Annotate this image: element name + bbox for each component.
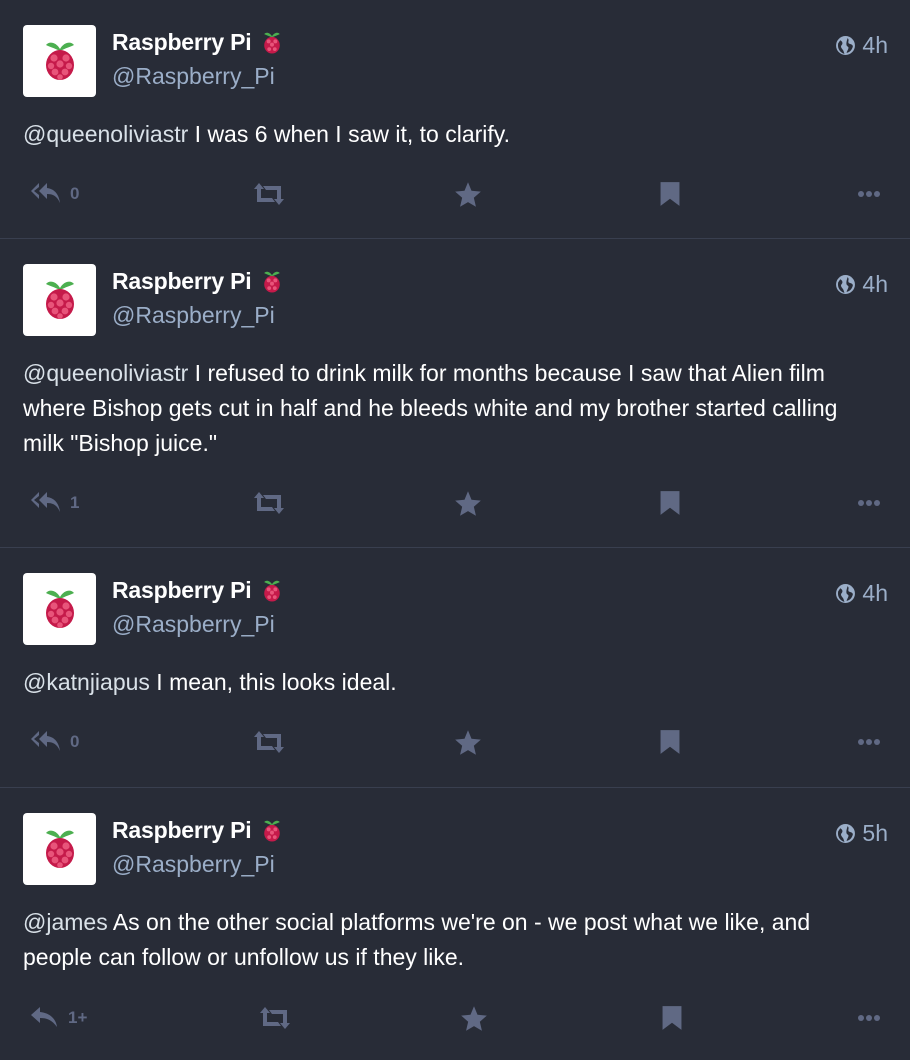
reply-count: 0 (70, 184, 80, 203)
action-bar: 0 (30, 724, 885, 760)
ellipsis-icon (858, 191, 880, 197)
status-timestamp[interactable]: 4h (835, 580, 888, 607)
status-item[interactable]: Raspberry Pi @Raspberry_Pi 5h @james As … (0, 788, 910, 1060)
display-name[interactable]: Raspberry Pi (112, 817, 252, 844)
status-content: @queenoliviastr I was 6 when I saw it, t… (23, 117, 880, 152)
avatar[interactable] (23, 25, 96, 97)
favourite-button[interactable] (454, 176, 482, 212)
boost-button[interactable] (252, 176, 286, 212)
boost-icon (254, 731, 284, 753)
status-timestamp[interactable]: 4h (835, 271, 888, 298)
action-bar: 1+ (30, 1000, 885, 1036)
bookmark-button[interactable] (661, 1000, 683, 1036)
reply-button[interactable]: 0 (30, 724, 79, 760)
star-icon (455, 729, 481, 755)
boost-icon (254, 183, 284, 205)
status-item[interactable]: Raspberry Pi @Raspberry_Pi 4h @katnjiapu… (0, 548, 910, 788)
reply-button[interactable]: 0 (30, 176, 79, 212)
reply-all-icon (31, 731, 60, 751)
avatar[interactable] (23, 813, 96, 885)
display-name[interactable]: Raspberry Pi (112, 29, 252, 56)
account-handle[interactable]: @Raspberry_Pi (112, 63, 275, 90)
raspberry-emoji-icon (263, 580, 280, 602)
status-text: As on the other social platforms we're o… (23, 909, 811, 970)
bookmark-icon (660, 491, 680, 515)
boost-icon (254, 492, 284, 514)
status-text: I mean, this looks ideal. (149, 669, 397, 695)
avatar[interactable] (23, 264, 96, 336)
reply-button[interactable]: 1 (30, 485, 79, 521)
globe-icon (836, 824, 856, 843)
reply-count: 1+ (68, 1008, 88, 1027)
reply-count: 1 (70, 493, 80, 512)
globe-icon (836, 275, 856, 294)
raspberry-logo-icon (45, 42, 74, 80)
reply-icon (31, 1007, 57, 1027)
status-content: @james As on the other social platforms … (23, 905, 880, 975)
raspberry-logo-icon (45, 830, 74, 868)
bookmark-icon (660, 730, 680, 754)
raspberry-logo-icon (45, 590, 74, 628)
status-timestamp[interactable]: 4h (835, 32, 888, 59)
ellipsis-icon (858, 739, 880, 745)
account-handle[interactable]: @Raspberry_Pi (112, 302, 275, 329)
display-name[interactable]: Raspberry Pi (112, 577, 252, 604)
star-icon (461, 1005, 487, 1031)
reply-all-icon (31, 183, 60, 203)
favourite-button[interactable] (460, 1000, 488, 1036)
status-item[interactable]: Raspberry Pi @Raspberry_Pi 4h @queenoliv… (0, 0, 910, 239)
account-handle[interactable]: @Raspberry_Pi (112, 611, 275, 638)
ellipsis-icon (858, 1015, 880, 1021)
boost-button[interactable] (258, 1000, 292, 1036)
status-item[interactable]: Raspberry Pi @Raspberry_Pi 4h @queenoliv… (0, 239, 910, 548)
globe-icon (836, 584, 856, 603)
action-bar: 0 (30, 176, 885, 212)
mention-link[interactable]: @queenoliviastr (23, 360, 188, 386)
more-options-button[interactable] (857, 724, 881, 760)
status-text: I was 6 when I saw it, to clarify. (188, 121, 510, 147)
more-options-button[interactable] (857, 485, 881, 521)
display-name[interactable]: Raspberry Pi (112, 268, 252, 295)
boost-button[interactable] (252, 485, 286, 521)
bookmark-icon (660, 182, 680, 206)
relative-time: 4h (862, 32, 888, 58)
status-timestamp[interactable]: 5h (835, 820, 888, 847)
ellipsis-icon (858, 500, 880, 506)
boost-button[interactable] (252, 724, 286, 760)
more-options-button[interactable] (857, 1000, 881, 1036)
bookmark-button[interactable] (659, 485, 681, 521)
bookmark-button[interactable] (659, 724, 681, 760)
globe-icon (836, 36, 856, 55)
status-content: @katnjiapus I mean, this looks ideal. (23, 665, 880, 700)
action-bar: 1 (30, 485, 885, 521)
mention-link[interactable]: @katnjiapus (23, 669, 150, 695)
reply-button[interactable]: 1+ (30, 1000, 87, 1036)
relative-time: 4h (862, 271, 888, 297)
raspberry-emoji-icon (263, 820, 280, 842)
account-handle[interactable]: @Raspberry_Pi (112, 851, 275, 878)
raspberry-logo-icon (45, 281, 74, 319)
reply-all-icon (31, 492, 60, 512)
boost-icon (260, 1007, 290, 1029)
mention-link[interactable]: @queenoliviastr (23, 121, 188, 147)
bookmark-button[interactable] (659, 176, 681, 212)
mention-link[interactable]: @james (23, 909, 108, 935)
status-content: @queenoliviastr I refused to drink milk … (23, 356, 880, 461)
bookmark-icon (662, 1006, 682, 1030)
relative-time: 4h (862, 580, 888, 606)
favourite-button[interactable] (454, 724, 482, 760)
raspberry-emoji-icon (263, 271, 280, 293)
raspberry-emoji-icon (263, 32, 280, 54)
star-icon (455, 181, 481, 207)
reply-count: 0 (70, 732, 80, 751)
star-icon (455, 490, 481, 516)
avatar[interactable] (23, 573, 96, 645)
more-options-button[interactable] (857, 176, 881, 212)
favourite-button[interactable] (454, 485, 482, 521)
relative-time: 5h (862, 820, 888, 846)
